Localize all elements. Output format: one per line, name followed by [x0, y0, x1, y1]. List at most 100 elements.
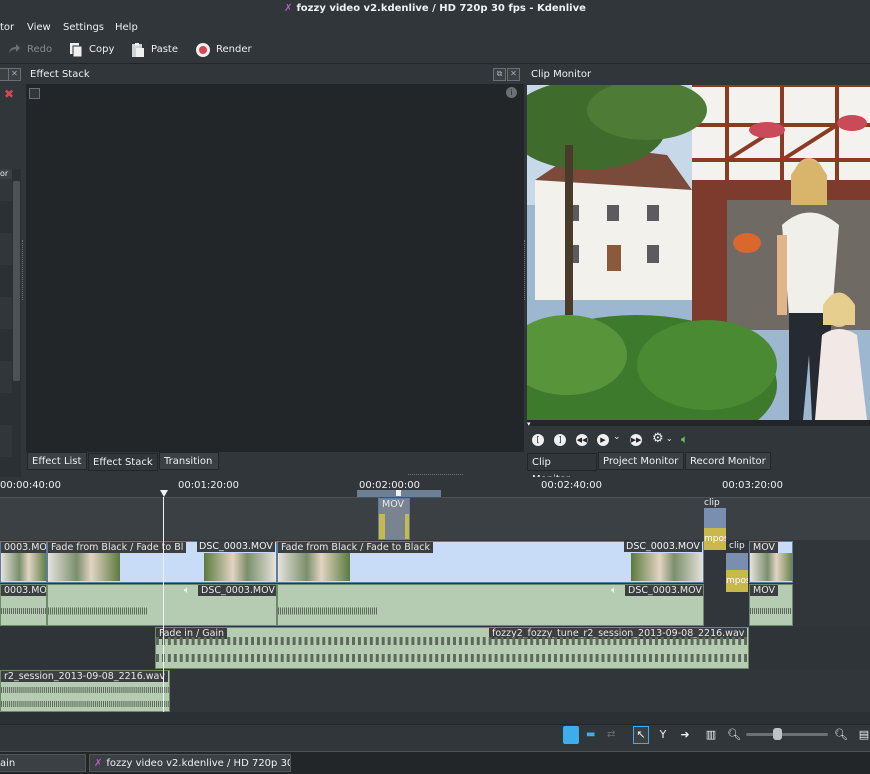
- tab-effect-list[interactable]: Effect List: [27, 452, 87, 470]
- composite-transition[interactable]: mposi: [726, 570, 748, 592]
- taskbar-item-kdenlive[interactable]: ✗ fozzy video v2.kdenlive / HD 720p 30: [89, 754, 291, 772]
- menubar: tor View Settings Help: [0, 18, 870, 37]
- close-dock-icon[interactable]: ✕: [8, 68, 21, 81]
- timeline-clip[interactable]: [704, 508, 726, 528]
- music-clip[interactable]: Fade in / Gain fozzy2_fozzy_tune_r2_sess…: [155, 627, 749, 669]
- zoom-out-icon[interactable]: 🔍︎: [727, 726, 741, 744]
- kdenlive-icon: ✗: [94, 758, 103, 769]
- redo-button[interactable]: Redo: [6, 41, 52, 59]
- gear-chevron-down-icon[interactable]: ⌄: [666, 434, 673, 443]
- menu-item-settings[interactable]: Settings: [63, 18, 104, 37]
- float-icon[interactable]: ⧉: [493, 68, 506, 81]
- audio-waveform: [48, 607, 148, 615]
- tab-clip-monitor[interactable]: Clip Monitor: [527, 453, 597, 485]
- split-view-icon[interactable]: [563, 726, 579, 744]
- project-bin-scrollbar[interactable]: ⌄: [12, 169, 21, 509]
- rewind-icon[interactable]: ◀◀: [576, 434, 588, 446]
- paste-icon: [132, 43, 144, 57]
- info-icon[interactable]: i: [506, 87, 517, 98]
- audio-clip[interactable]: 0003.MOV: [0, 584, 47, 626]
- window-titlebar: ✗ fozzy video v2.kdenlive / HD 720p 30 fp…: [0, 0, 870, 18]
- monitor-ruler[interactable]: [527, 420, 870, 426]
- volume-icon[interactable]: 🔈︎: [681, 432, 688, 446]
- timeline-scroll-area[interactable]: [0, 712, 870, 724]
- timeline-clip[interactable]: MOV: [749, 541, 793, 583]
- volume-icon: 🔈︎: [611, 585, 617, 596]
- main-toolbar: Redo Copy Paste Render: [0, 37, 870, 64]
- position-marker-icon[interactable]: ▾: [527, 420, 531, 428]
- snap-icon[interactable]: ▥: [704, 726, 718, 744]
- music-clip[interactable]: r2_session_2013-09-08_2216.wav: [0, 670, 170, 712]
- audio-clip[interactable]: 🔈︎ DSC_0003.MOV: [47, 584, 277, 626]
- gear-icon[interactable]: ⚙: [652, 432, 664, 446]
- effect-stack-dock: Effect Stack ⧉ ✕ i: [26, 64, 524, 452]
- tab-transition[interactable]: Transition: [159, 452, 219, 470]
- menu-item-help[interactable]: Help: [115, 18, 138, 37]
- project-bin-list[interactable]: [0, 169, 12, 489]
- audio-waveform: [1, 608, 46, 614]
- effect-stack-area: i: [26, 84, 524, 452]
- clip-label: DSC_0003.MOV: [624, 541, 702, 552]
- copy-button[interactable]: Copy: [68, 41, 114, 59]
- zoom-in-icon[interactable]: 🔍︎: [834, 726, 848, 744]
- window-title: fozzy video v2.kdenlive / HD 720p 30 fps…: [296, 3, 586, 14]
- menu-item-view[interactable]: View: [27, 18, 51, 37]
- timeline-clip[interactable]: 0003.MOV: [0, 541, 47, 583]
- project-bin-column-header: or: [0, 169, 12, 179]
- clip-label: MOV: [382, 499, 405, 510]
- audio-waveform: [1, 687, 169, 707]
- ruler-label: 00:01:20:00: [178, 480, 240, 491]
- transition-marker: [405, 514, 409, 539]
- audio-clip[interactable]: 🔈︎ DSC_0003.MOV: [277, 584, 704, 626]
- clip-label: Fade from Black / Fade to Black: [278, 542, 433, 553]
- tab-project-monitor[interactable]: Project Monitor: [598, 452, 684, 470]
- spacer-tool-icon[interactable]: ➜: [678, 726, 692, 744]
- paste-label: Paste: [151, 44, 178, 55]
- audio-clip[interactable]: MOV: [749, 584, 793, 626]
- track-view-icon[interactable]: ▬: [586, 726, 600, 744]
- clip-label: MOV: [750, 585, 779, 596]
- play-options-chevron-down-icon[interactable]: ⌄: [613, 432, 621, 442]
- tab-record-monitor[interactable]: Record Monitor: [685, 452, 771, 470]
- ruler-label: 00:00:40:00: [0, 480, 62, 491]
- zoom-slider-handle[interactable]: [773, 728, 782, 740]
- zone-marker[interactable]: [396, 490, 401, 496]
- forward-icon[interactable]: ▶▶: [630, 434, 642, 446]
- ripple-icon[interactable]: ⇄: [607, 726, 621, 744]
- paste-button[interactable]: Paste: [130, 41, 178, 59]
- clip-thumbnail: [48, 553, 120, 581]
- timeline-menu-icon[interactable]: ▤: [858, 726, 870, 744]
- timeline-clip[interactable]: [726, 553, 748, 570]
- clip-label: Fade from Black / Fade to Bl: [48, 542, 187, 553]
- timeline-clip[interactable]: MOV: [378, 498, 410, 540]
- clip-monitor-video[interactable]: [527, 85, 870, 420]
- render-button[interactable]: Render: [195, 41, 252, 59]
- close-dock-icon[interactable]: ✕: [507, 68, 520, 81]
- tab-effect-stack[interactable]: Effect Stack: [88, 453, 158, 471]
- project-bin-panel: ✕ ✖ or ⌄ ›: [0, 64, 22, 514]
- menu-item-tool[interactable]: tor: [0, 18, 14, 37]
- razor-tool-icon[interactable]: Y: [656, 726, 670, 744]
- enable-effects-checkbox[interactable]: [29, 88, 40, 99]
- clip-label: 0003.MOV: [1, 542, 46, 553]
- clip-monitor-title: Clip Monitor: [531, 69, 592, 80]
- render-label: Render: [216, 44, 252, 55]
- kdenlive-icon: ✗: [284, 3, 293, 14]
- copy-icon: [70, 43, 83, 58]
- remove-icon[interactable]: ✖: [4, 87, 14, 101]
- playhead-line[interactable]: [163, 497, 164, 712]
- taskbar-item[interactable]: ain: [0, 754, 86, 772]
- set-zone-end-icon[interactable]: ]: [554, 434, 566, 446]
- play-icon[interactable]: ▶: [597, 434, 609, 446]
- zoom-slider[interactable]: [746, 733, 828, 736]
- set-zone-start-icon[interactable]: [: [532, 434, 544, 446]
- copy-label: Copy: [89, 44, 115, 55]
- effect-stack-title: Effect Stack: [30, 69, 90, 80]
- splitter-handle[interactable]: [22, 240, 25, 300]
- composite-transition[interactable]: mpos: [704, 528, 726, 550]
- clip-label: MOV: [750, 542, 779, 553]
- playhead-handle[interactable]: [160, 490, 168, 497]
- select-tool-icon[interactable]: ↖: [633, 726, 649, 744]
- ruler-label: 00:03:20:00: [722, 480, 784, 491]
- ruler-label: 00:02:40:00: [541, 480, 603, 491]
